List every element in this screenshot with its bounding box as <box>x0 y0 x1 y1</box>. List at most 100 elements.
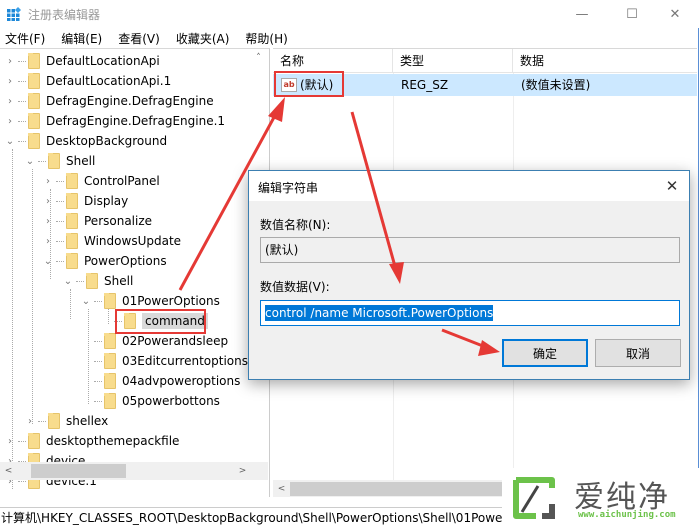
folder-icon <box>28 53 40 69</box>
menu-view[interactable]: 查看(V) <box>112 30 166 47</box>
tree-item[interactable]: ⌄ Shell <box>62 271 133 291</box>
maximize-icon: ☐ <box>626 6 638 22</box>
maximize-button[interactable]: ☐ <box>609 0 655 28</box>
expand-chevron-icon[interactable]: › <box>24 416 36 427</box>
column-header-type[interactable]: 类型 <box>393 49 513 73</box>
folder-icon <box>86 273 98 289</box>
folder-icon <box>28 133 40 149</box>
expand-chevron-icon[interactable]: › <box>4 76 16 87</box>
tree-item[interactable]: › Display <box>42 191 128 211</box>
tree-item-label: 01PowerOptions <box>122 294 220 308</box>
tree-item[interactable]: ⌄ DesktopBackground <box>4 131 167 151</box>
column-header-name[interactable]: 名称 <box>273 49 393 73</box>
value-data-input[interactable]: control /name Microsoft.PowerOptions <box>260 300 680 326</box>
watermark-logo-icon <box>513 477 555 519</box>
tree-item[interactable]: ⌄ PowerOptions <box>42 251 167 271</box>
value-data-label: 数值数据(V): <box>260 280 330 294</box>
tree-connector <box>56 240 64 242</box>
tree-connector <box>18 100 26 102</box>
folder-icon <box>66 233 78 249</box>
tree-item-label: desktopthemepackfile <box>46 434 180 448</box>
tree-horizontal-scrollbar[interactable]: < > <box>0 462 268 480</box>
tree-item[interactable]: › DefaultLocationApi <box>4 51 160 71</box>
dialog-title: 编辑字符串 <box>258 181 319 195</box>
tree-guide-line <box>32 169 33 424</box>
tree-item[interactable]: › DefragEngine.DefragEngine <box>4 91 214 111</box>
menu-help[interactable]: 帮助(H) <box>239 30 293 47</box>
folder-icon <box>28 73 40 89</box>
tree-item[interactable]: 05powerbottons <box>80 391 220 411</box>
tree-connector <box>76 280 84 282</box>
tree-item[interactable]: › shellex <box>24 411 108 431</box>
tree-item[interactable]: 02Powerandsleep <box>80 331 228 351</box>
expand-chevron-icon[interactable]: › <box>42 216 54 227</box>
collapse-chevron-icon[interactable]: ⌄ <box>4 136 16 147</box>
tree-connector <box>94 360 102 362</box>
folder-icon <box>28 433 40 449</box>
collapse-chevron-icon[interactable]: ⌄ <box>80 296 92 307</box>
ok-button[interactable]: 确定 <box>502 339 588 367</box>
folder-icon <box>104 373 116 389</box>
close-button[interactable]: ✕ <box>652 0 698 28</box>
tree-item[interactable]: 04advpoweroptions <box>80 371 240 391</box>
expand-chevron-icon[interactable]: › <box>42 236 54 247</box>
tree-item-label: WindowsUpdate <box>84 234 182 248</box>
value-type: REG_SZ <box>401 78 449 92</box>
scroll-right-icon[interactable]: > <box>234 462 251 479</box>
regedit-app-icon <box>7 7 21 21</box>
list-hscroll-thumb[interactable] <box>290 482 510 496</box>
tree-item-label: Shell <box>66 154 96 168</box>
menu-favorites[interactable]: 收藏夹(A) <box>170 30 236 47</box>
tree-connector <box>94 340 102 342</box>
column-header-data[interactable]: 数据 <box>513 49 697 73</box>
tree-item-label: 05powerbottons <box>122 394 220 408</box>
registry-tree: › DefaultLocationApi › DefaultLocationApi.1… <box>0 48 270 497</box>
expand-chevron-icon[interactable]: › <box>42 176 54 187</box>
scroll-left-icon[interactable]: < <box>0 462 17 479</box>
expand-chevron-icon[interactable]: › <box>4 116 16 127</box>
tree-hscroll-thumb[interactable] <box>31 464 126 478</box>
expand-chevron-icon[interactable]: › <box>4 96 16 107</box>
tree-item[interactable]: › DefragEngine.DefragEngine.1 <box>4 111 225 131</box>
folder-icon <box>104 393 116 409</box>
scroll-up-icon[interactable]: ˄ <box>250 49 267 66</box>
watermark-url: www.aichunjing.com <box>578 510 676 520</box>
menu-edit[interactable]: 编辑(E) <box>55 30 108 47</box>
cancel-button[interactable]: 取消 <box>595 339 681 367</box>
list-header: 名称 类型 数据 <box>273 49 697 73</box>
tree-item[interactable]: › desktopthemepackfile <box>4 431 179 451</box>
tree-item[interactable]: 03Editcurrentoptions <box>80 351 248 371</box>
tree-item[interactable]: › WindowsUpdate <box>42 231 181 251</box>
window-title: 注册表编辑器 <box>28 8 101 22</box>
expand-chevron-icon[interactable]: › <box>42 196 54 207</box>
tree-item-label: DefragEngine.DefragEngine.1 <box>46 114 226 128</box>
tree-connector <box>18 80 26 82</box>
tree-item[interactable]: ⌄ Shell <box>24 151 95 171</box>
watermark: 爱纯净 www.aichunjing.com <box>502 468 699 528</box>
tree-item-label: 02Powerandsleep <box>122 334 229 348</box>
tree-connector <box>94 380 102 382</box>
folder-icon <box>66 213 78 229</box>
dialog-close-button[interactable]: ✕ <box>661 175 683 197</box>
tree-item[interactable]: ⌄ 01PowerOptions <box>80 291 220 311</box>
tree-item[interactable]: › ControlPanel <box>42 171 160 191</box>
value-name-field[interactable]: (默认) <box>260 237 680 263</box>
tree-connector <box>56 200 64 202</box>
scroll-left-icon[interactable]: < <box>273 480 290 497</box>
tree-item[interactable]: › DefaultLocationApi.1 <box>4 71 171 91</box>
tree-guide-line <box>70 289 71 319</box>
collapse-chevron-icon[interactable]: ⌄ <box>42 256 54 267</box>
folder-icon <box>48 413 60 429</box>
dialog-title-bar: 编辑字符串 ✕ <box>249 171 689 201</box>
expand-chevron-icon[interactable]: › <box>4 436 16 447</box>
tree-item[interactable]: › Personalize <box>42 211 152 231</box>
collapse-chevron-icon[interactable]: ⌄ <box>62 276 74 287</box>
value-data: (数值未设置) <box>521 78 591 92</box>
folder-icon <box>66 193 78 209</box>
menu-file[interactable]: 文件(F) <box>0 30 51 47</box>
expand-chevron-icon[interactable]: › <box>4 56 16 67</box>
collapse-chevron-icon[interactable]: ⌄ <box>24 156 36 167</box>
tree-connector <box>38 160 46 162</box>
tree-connector <box>94 300 102 302</box>
minimize-button[interactable]: — <box>559 0 605 28</box>
